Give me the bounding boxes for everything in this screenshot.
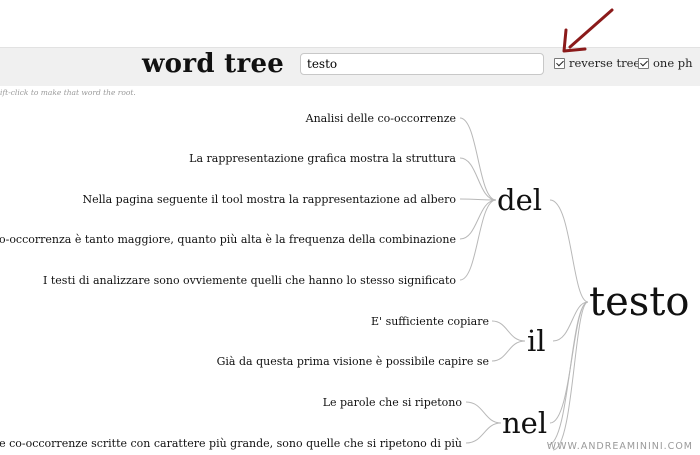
- tree-phrase[interactable]: Nella pagina seguente il tool mostra la …: [82, 193, 456, 206]
- connector: [459, 199, 497, 281]
- tree-phrase[interactable]: La rappresentazione grafica mostra la st…: [189, 152, 456, 165]
- connector: [549, 199, 589, 303]
- connector: [491, 320, 526, 342]
- watermark: WWW.ANDREAMININI.COM: [547, 441, 693, 452]
- connector: [547, 301, 589, 446]
- connector: [491, 340, 526, 362]
- tree-connectors: [459, 117, 589, 451]
- tree-root-word[interactable]: testo: [589, 279, 689, 325]
- tree-phrase[interactable]: Analisi delle co-occorrenze: [305, 112, 456, 125]
- tree-branch-word[interactable]: nel: [502, 406, 547, 440]
- connector: [465, 422, 502, 444]
- tree-phrase[interactable]: Le parole che si ripetono: [323, 396, 463, 409]
- word-tree: Analisi delle co-occorrenze La rappresen…: [0, 8, 693, 452]
- connector: [459, 157, 497, 201]
- connector: [459, 199, 497, 240]
- connector: [465, 401, 502, 424]
- tree-phrase[interactable]: co-occorrenza è tanto maggiore, quanto p…: [0, 233, 456, 246]
- tree-branch-word[interactable]: del: [497, 183, 542, 217]
- tree-phrase[interactable]: E' sufficiente copiare: [371, 315, 489, 328]
- connector: [459, 198, 497, 201]
- tree-phrase[interactable]: ce, le co-occorrenze scritte con caratte…: [0, 437, 462, 450]
- tree-phrase[interactable]: I testi di analizzare sono ovviemente qu…: [43, 274, 456, 287]
- tree-phrase[interactable]: Già da questa prima visione è possibile …: [217, 355, 489, 368]
- tree-branch-word[interactable]: il: [527, 324, 546, 358]
- annotation-arrow-icon: [562, 8, 614, 53]
